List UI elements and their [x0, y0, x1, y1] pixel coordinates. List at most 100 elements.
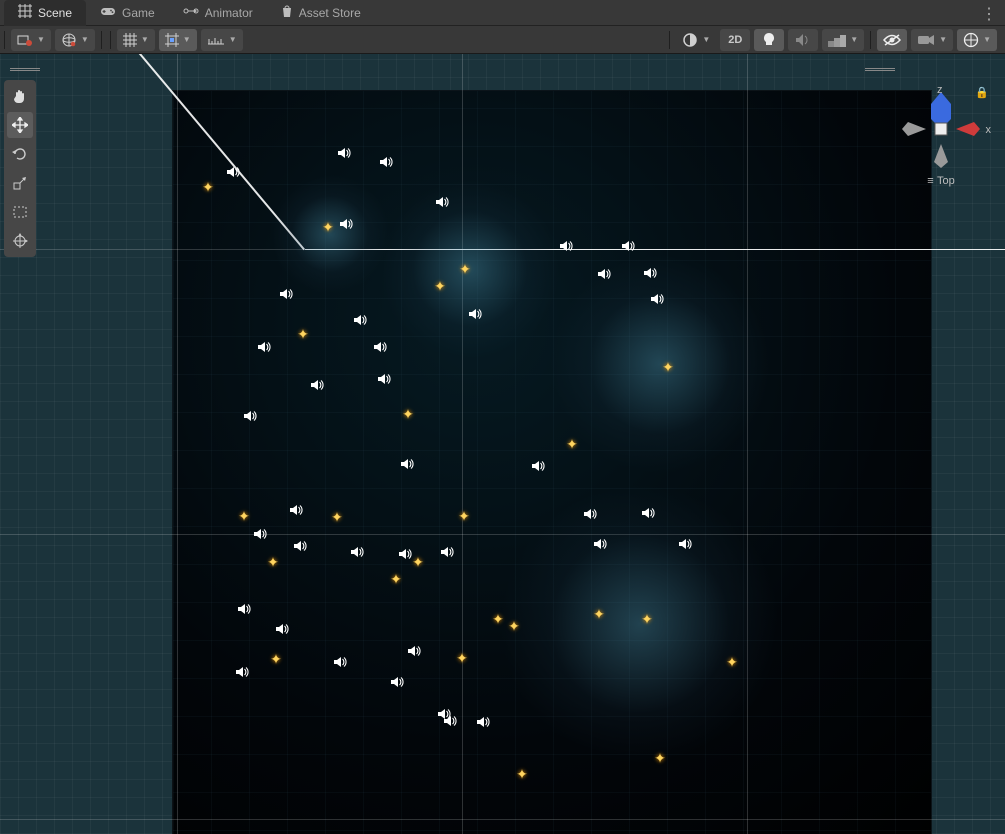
audio-source-gizmo[interactable]	[440, 545, 454, 559]
scale-tool[interactable]	[7, 170, 33, 196]
light-gizmo[interactable]	[514, 766, 530, 782]
audio-source-gizmo[interactable]	[353, 313, 367, 327]
tab-asset-store[interactable]: Asset Store	[267, 0, 375, 26]
light-gizmo[interactable]	[454, 650, 470, 666]
snap-toggle-dropdown[interactable]: ▼	[159, 29, 197, 51]
toggle-2d-button[interactable]: 2D	[720, 29, 750, 51]
audio-source-gizmo[interactable]	[443, 714, 457, 728]
audio-source-gizmo[interactable]	[275, 622, 289, 636]
audio-source-gizmo[interactable]	[237, 602, 251, 616]
tab-scene[interactable]: Scene	[4, 0, 86, 26]
axis-line-x	[305, 249, 1005, 250]
light-gizmo[interactable]	[660, 359, 676, 375]
rect-tool[interactable]	[7, 199, 33, 225]
audio-source-gizmo[interactable]	[289, 503, 303, 517]
audio-source-gizmo[interactable]	[293, 539, 307, 553]
audio-source-gizmo[interactable]	[390, 675, 404, 689]
light-gizmo[interactable]	[295, 326, 311, 342]
gizmos-dropdown[interactable]: ▼	[957, 29, 997, 51]
light-gizmo[interactable]	[236, 508, 252, 524]
lock-icon[interactable]: 🔒	[975, 86, 989, 99]
visibility-toggle[interactable]	[877, 29, 907, 51]
2d-label: 2D	[728, 34, 742, 46]
tab-label: Asset Store	[299, 6, 361, 20]
audio-source-gizmo[interactable]	[226, 165, 240, 179]
overlay-drag-handle-left[interactable]	[10, 68, 40, 71]
light-gizmo[interactable]	[200, 179, 216, 195]
flow-icon	[183, 5, 199, 20]
audio-source-gizmo[interactable]	[235, 665, 249, 679]
render-debug-dropdown[interactable]: ▼	[676, 29, 716, 51]
perspective-icon: ≡	[927, 175, 933, 187]
chevron-down-icon: ▼	[183, 35, 191, 44]
snap-increment-dropdown[interactable]: ▼	[201, 29, 243, 51]
audio-source-gizmo[interactable]	[379, 155, 393, 169]
transform-tool[interactable]	[7, 228, 33, 254]
audio-source-gizmo[interactable]	[333, 655, 347, 669]
camera-dropdown[interactable]: ▼	[911, 29, 953, 51]
audio-source-gizmo[interactable]	[435, 195, 449, 209]
rotate-tool[interactable]	[7, 141, 33, 167]
light-gizmo[interactable]	[639, 611, 655, 627]
tab-game[interactable]: Game	[86, 0, 169, 26]
light-gizmo[interactable]	[265, 554, 281, 570]
audio-source-gizmo[interactable]	[279, 287, 293, 301]
audio-source-gizmo[interactable]	[350, 545, 364, 559]
audio-source-gizmo[interactable]	[593, 537, 607, 551]
chevron-down-icon: ▼	[983, 35, 991, 44]
audio-source-gizmo[interactable]	[476, 715, 490, 729]
audio-source-gizmo[interactable]	[621, 239, 635, 253]
light-gizmo[interactable]	[432, 278, 448, 294]
fx-dropdown[interactable]: ▼	[822, 29, 864, 51]
light-gizmo[interactable]	[320, 219, 336, 235]
tab-bar: Scene Game Animator Asset Store ⋮	[0, 0, 1005, 26]
shading-mode-dropdown[interactable]: ▼	[55, 29, 95, 51]
audio-source-gizmo[interactable]	[243, 409, 257, 423]
light-gizmo[interactable]	[456, 508, 472, 524]
light-gizmo[interactable]	[724, 654, 740, 670]
draw-mode-dropdown[interactable]: ▼	[11, 29, 51, 51]
audio-source-gizmo[interactable]	[377, 372, 391, 386]
light-gizmo[interactable]	[652, 750, 668, 766]
tab-animator[interactable]: Animator	[169, 0, 267, 26]
light-gizmo[interactable]	[410, 554, 426, 570]
light-gizmo[interactable]	[268, 651, 284, 667]
light-gizmo[interactable]	[388, 571, 404, 587]
light-gizmo[interactable]	[564, 436, 580, 452]
light-gizmo[interactable]	[506, 618, 522, 634]
audio-source-gizmo[interactable]	[337, 146, 351, 160]
light-gizmo[interactable]	[490, 611, 506, 627]
audio-source-gizmo[interactable]	[253, 527, 267, 541]
light-gizmo[interactable]	[329, 509, 345, 525]
audio-toggle[interactable]	[788, 29, 818, 51]
scene-viewport[interactable]: 🔒 z x ≡ Top	[0, 54, 1005, 834]
audio-source-gizmo[interactable]	[400, 457, 414, 471]
lighting-toggle[interactable]	[754, 29, 784, 51]
audio-source-gizmo[interactable]	[678, 537, 692, 551]
chevron-down-icon: ▼	[141, 35, 149, 44]
hand-tool[interactable]	[7, 83, 33, 109]
light-gizmo[interactable]	[400, 406, 416, 422]
audio-source-gizmo[interactable]	[559, 239, 573, 253]
grid-visibility-dropdown[interactable]: ▼	[117, 29, 155, 51]
orientation-gizmo[interactable]: 🔒 z x ≡ Top	[891, 84, 991, 204]
audio-source-gizmo[interactable]	[641, 506, 655, 520]
audio-source-gizmo[interactable]	[468, 307, 482, 321]
audio-source-gizmo[interactable]	[650, 292, 664, 306]
audio-source-gizmo[interactable]	[643, 266, 657, 280]
audio-source-gizmo[interactable]	[597, 267, 611, 281]
tool-palette	[4, 80, 36, 257]
move-tool[interactable]	[7, 112, 33, 138]
chevron-down-icon: ▼	[37, 35, 45, 44]
audio-source-gizmo[interactable]	[373, 340, 387, 354]
overlay-drag-handle-right[interactable]	[865, 68, 895, 71]
light-gizmo[interactable]	[591, 606, 607, 622]
audio-source-gizmo[interactable]	[310, 378, 324, 392]
tab-menu-button[interactable]: ⋮	[981, 4, 997, 24]
audio-source-gizmo[interactable]	[257, 340, 271, 354]
audio-source-gizmo[interactable]	[407, 644, 421, 658]
audio-source-gizmo[interactable]	[583, 507, 597, 521]
light-gizmo[interactable]	[457, 261, 473, 277]
audio-source-gizmo[interactable]	[531, 459, 545, 473]
audio-source-gizmo[interactable]	[339, 217, 353, 231]
